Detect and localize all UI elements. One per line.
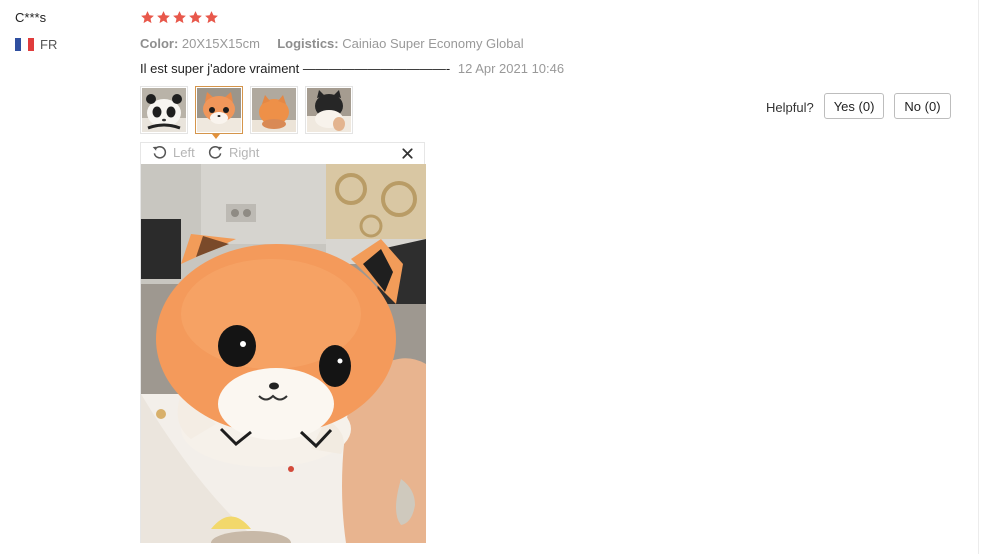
country-code: FR bbox=[40, 37, 58, 52]
helpful-no-button[interactable]: No (0) bbox=[894, 93, 951, 119]
helpful-yes-button[interactable]: Yes (0) bbox=[823, 93, 885, 119]
rotate-right-label: Right bbox=[229, 145, 260, 160]
rotate-right-icon bbox=[208, 146, 223, 159]
color-label: Color: bbox=[140, 36, 179, 51]
star-rating bbox=[140, 10, 220, 25]
star-icon bbox=[189, 11, 202, 24]
review-content: Il est super j'adore vraiment ——————————… bbox=[140, 61, 564, 76]
france-flag-icon bbox=[15, 38, 34, 51]
rotate-right-button[interactable]: Right bbox=[207, 144, 259, 161]
rotate-left-button[interactable]: Left bbox=[151, 144, 195, 161]
color-value: 20X15X15cm bbox=[181, 36, 260, 51]
active-thumbnail-caret bbox=[212, 134, 220, 139]
logistics-value: Cainiao Super Economy Global bbox=[342, 36, 524, 51]
photo-viewer-toolbar: Left Right bbox=[141, 143, 424, 164]
star-icon bbox=[157, 11, 170, 24]
thumbnail-3[interactable] bbox=[250, 86, 298, 134]
helpful-label: Helpful? bbox=[766, 99, 814, 115]
star-icon bbox=[205, 11, 218, 24]
star-icon bbox=[173, 11, 186, 24]
plush-fox-photo bbox=[141, 164, 426, 543]
plush-panda-photo-icon bbox=[142, 88, 186, 132]
plush-fox-back-photo-icon bbox=[252, 88, 296, 132]
thumbnail-2[interactable] bbox=[195, 86, 243, 134]
review-photo-large bbox=[141, 164, 426, 543]
reviewer-country: FR bbox=[15, 37, 57, 52]
page-right-border bbox=[978, 0, 979, 554]
star-icon bbox=[141, 11, 154, 24]
thumbnail-4[interactable] bbox=[305, 86, 353, 134]
review-photo-thumbnails bbox=[140, 86, 360, 134]
plush-fox-photo-icon bbox=[197, 88, 241, 132]
review-text: Il est super j'adore vraiment ——————————… bbox=[140, 61, 451, 76]
review-attributes: Color: 20X15X15cm Logistics: Cainiao Sup… bbox=[140, 36, 524, 51]
close-icon[interactable] bbox=[400, 146, 415, 161]
review-date: 12 Apr 2021 10:46 bbox=[457, 61, 565, 76]
plush-black-cat-photo-icon bbox=[307, 88, 351, 132]
rotate-left-icon bbox=[152, 146, 167, 159]
thumbnail-1[interactable] bbox=[140, 86, 188, 134]
helpful-vote: Helpful? Yes (0) No (0) bbox=[766, 93, 961, 119]
reviewer-name: C***s bbox=[15, 10, 47, 25]
logistics-label: Logistics: bbox=[277, 36, 339, 51]
rotate-left-label: Left bbox=[173, 145, 195, 160]
photo-viewer: Left Right bbox=[140, 142, 426, 543]
